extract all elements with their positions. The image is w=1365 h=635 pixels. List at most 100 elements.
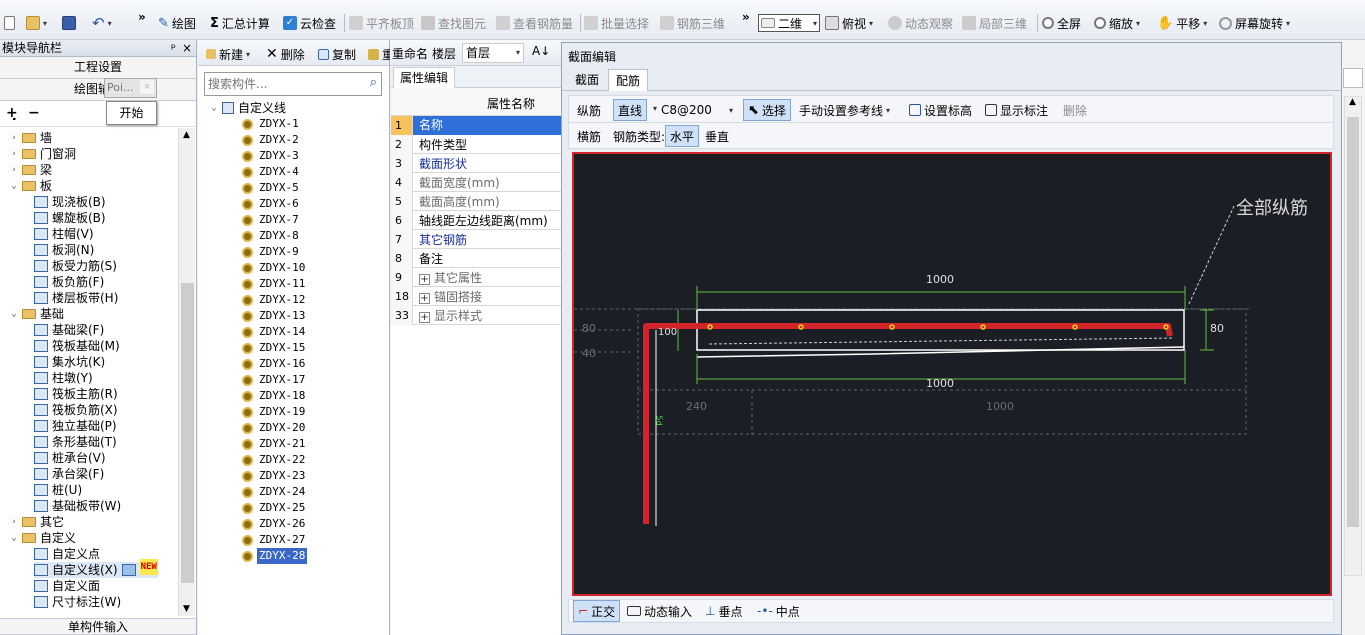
component-item[interactable]: ZDYX-6 [242, 196, 301, 212]
section-canvas[interactable]: 1000 1000 80 100 80 40 240 1000 5d 全部纵筋 [572, 152, 1332, 596]
pan-button[interactable]: ✋ 平移 ▾ [1157, 14, 1207, 32]
component-item[interactable]: ZDYX-14 [242, 324, 307, 340]
component-item[interactable]: ZDYX-16 [242, 356, 307, 372]
nav-scroll-thumb[interactable] [181, 283, 194, 583]
new-component-button[interactable]: 新建 ▾ [206, 45, 250, 63]
nav-folder-item[interactable]: › 门窗洞 [10, 146, 76, 162]
dynamic-input-button[interactable]: 动态输入 [627, 600, 692, 622]
line-mode-button[interactable]: 直线 [613, 99, 648, 121]
nav-tree-item[interactable]: 独立基础(P) [34, 418, 117, 434]
nav-tree-item[interactable]: 尺寸标注(W) [34, 594, 121, 610]
copy-component-button[interactable]: 复制 [318, 45, 356, 63]
nav-tree-item[interactable]: 筏板基础(M) [34, 338, 120, 354]
component-item[interactable]: ZDYX-3 [242, 148, 301, 164]
expand-plus-icon[interactable]: + [419, 273, 430, 285]
component-item[interactable]: ZDYX-23 [242, 468, 307, 484]
component-item[interactable]: ZDYX-21 [242, 436, 307, 452]
nav-tree-item[interactable]: 板洞(N) [34, 242, 94, 258]
nav-tree-item[interactable]: 承台梁(F) [34, 466, 104, 482]
collapse-chevron-icon[interactable]: ⌄ [10, 178, 18, 194]
component-item[interactable]: ZDYX-19 [242, 404, 307, 420]
collapse-all-icon[interactable]: − [28, 105, 40, 121]
select-button[interactable]: ⬉ 选择 [743, 99, 791, 121]
component-item[interactable]: ZDYX-27 [242, 532, 307, 548]
nav-tree-item[interactable]: 基础梁(F) [34, 322, 104, 338]
tab-reinforcement[interactable]: 配筋 [608, 69, 649, 91]
expand-chevron-icon[interactable]: › [10, 162, 18, 178]
view-rebar-button[interactable]: 查看钢筋量 [496, 14, 573, 32]
nav-tree-item[interactable]: 柱帽(V) [34, 226, 94, 242]
mid-point-button[interactable]: ‑•‑ 中点 [757, 600, 800, 622]
tab-section[interactable]: 截面 [568, 69, 606, 91]
view-mode-select[interactable]: 二维 ▾ [758, 14, 820, 32]
right-scrollbar[interactable]: ▲ [1344, 96, 1362, 576]
nav-folder-item[interactable]: › 墙 [10, 130, 52, 146]
expand-chevron-icon[interactable]: › [10, 146, 18, 162]
component-item[interactable]: ZDYX-11 [242, 276, 307, 292]
component-tree-root[interactable]: ⌄ 自定义线 [210, 100, 286, 116]
property-row[interactable]: 5 截面高度(mm) [391, 191, 561, 211]
property-row[interactable]: 33 + 显示样式 [391, 305, 561, 325]
floor-select[interactable]: 首层 ▾ [462, 43, 524, 63]
component-item[interactable]: ZDYX-5 [242, 180, 301, 196]
batch-select-button[interactable]: 批量选择 [584, 14, 649, 32]
sum-calc-button[interactable]: Σ 汇总计算 [210, 14, 270, 32]
save-button[interactable] [62, 14, 76, 32]
property-row[interactable]: 3 截面形状 [391, 153, 561, 173]
find-element-button[interactable]: 查找图元 [421, 14, 486, 32]
component-item[interactable]: ZDYX-10 [242, 260, 307, 276]
component-item[interactable]: ZDYX-26 [242, 516, 307, 532]
nav-tree-item[interactable]: 自定义面 [34, 578, 100, 594]
rebar-3d-button[interactable]: 钢筋三维 [660, 14, 725, 32]
nav-tree-item[interactable]: 条形基础(T) [34, 434, 117, 450]
align-slab-top-button[interactable]: 平齐板顶 [349, 14, 414, 32]
nav-tree-item[interactable]: 板受力筋(S) [34, 258, 117, 274]
property-row[interactable]: 1 名称 [391, 115, 561, 135]
toolbar-overflow-2[interactable]: » [742, 8, 750, 26]
component-item[interactable]: ZDYX-4 [242, 164, 301, 180]
horizontal-button[interactable]: 水平 [665, 125, 700, 147]
component-search-input[interactable] [205, 73, 355, 95]
perp-point-button[interactable]: ⊥ 垂点 [705, 600, 742, 622]
nav-tree-item[interactable]: 集水坑(K) [34, 354, 105, 370]
collapse-chevron-icon[interactable]: ⌄ [10, 306, 18, 322]
property-row[interactable]: 8 备注 [391, 248, 561, 268]
vertical-button[interactable]: 垂直 [705, 125, 729, 147]
nav-folder-item[interactable]: ⌄ 板 [10, 178, 52, 194]
nav-tree-item[interactable]: 楼层板带(H) [34, 290, 118, 306]
open-file-button[interactable]: ▾ [26, 14, 47, 32]
component-item[interactable]: ZDYX-28 [242, 548, 308, 564]
dynamic-observe-button[interactable]: 动态观察 [888, 14, 953, 32]
right-edge-box[interactable] [1343, 68, 1363, 88]
nav-tree-item[interactable]: 螺旋板(B) [34, 210, 106, 226]
nav-tree-item[interactable]: 自定义线(X) NEW [34, 559, 158, 578]
delete-component-button[interactable]: ✕ 删除 [266, 45, 305, 63]
drawing-input-button[interactable]: 绘图输 [0, 79, 196, 101]
property-row[interactable]: 6 轴线距左边线距离(mm) [391, 210, 561, 230]
component-item[interactable]: ZDYX-25 [242, 500, 307, 516]
rebar-polyline[interactable] [643, 323, 1173, 524]
component-item[interactable]: ZDYX-7 [242, 212, 301, 228]
expand-chevron-icon[interactable]: › [10, 130, 18, 146]
sort-icon[interactable]: A↓ [532, 44, 550, 58]
nav-tree-item[interactable]: 筏板主筋(R) [34, 386, 118, 402]
nav-tree-item[interactable]: 桩(U) [34, 482, 82, 498]
component-item[interactable]: ZDYX-9 [242, 244, 301, 260]
cloud-check-button[interactable]: ✓ 云检查 [283, 14, 336, 32]
set-elevation-button[interactable]: 设置标高 [909, 99, 972, 121]
section-drawing[interactable] [574, 154, 1330, 594]
nav-folder-item[interactable]: › 梁 [10, 162, 52, 178]
component-search[interactable]: ⌕ [204, 72, 382, 96]
search-icon[interactable]: ⌕ [370, 75, 377, 90]
top-view-button[interactable]: 俯视 ▾ [825, 14, 873, 32]
expand-chevron-icon[interactable]: › [10, 514, 18, 530]
property-row[interactable]: 9 + 其它属性 [391, 267, 561, 287]
expand-all-icon[interactable]: +̣ [6, 105, 18, 121]
ortho-button[interactable]: ⌐ 正交 [573, 600, 621, 622]
collapse-chevron-icon[interactable]: ⌄ [10, 530, 18, 546]
component-item[interactable]: ZDYX-20 [242, 420, 307, 436]
manual-reference-button[interactable]: 手动设置参考线 ▾ [799, 99, 890, 121]
nav-folder-item[interactable]: ⌄ 自定义 [10, 530, 76, 546]
nav-tree-scrollbar[interactable]: ▲ ▼ [178, 128, 195, 616]
component-item[interactable]: ZDYX-17 [242, 372, 307, 388]
